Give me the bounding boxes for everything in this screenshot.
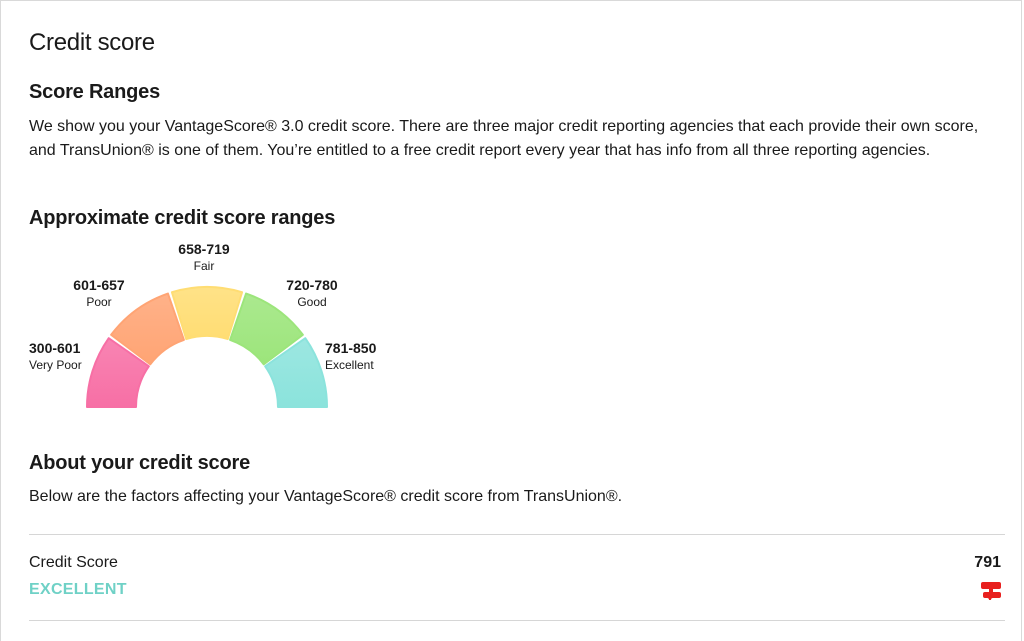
gauge-range-poor: 601-657 xyxy=(73,277,125,293)
gauge-range-good: 720-780 xyxy=(286,277,338,293)
gauge-label-excellent: 781-850 Excellent xyxy=(325,340,376,374)
credit-score-rating: EXCELLENT xyxy=(29,581,127,598)
gauge-name-excellent: Excellent xyxy=(325,358,374,372)
credit-score-page: Credit score Score Ranges We show you yo… xyxy=(0,0,1022,641)
score-ranges-description: We show you your VantageScore® 3.0 credi… xyxy=(29,118,979,159)
gauge-name-poor: Poor xyxy=(86,295,112,309)
approx-ranges-heading: Approximate credit score ranges xyxy=(29,207,336,229)
gauge-range-excellent: 781-850 xyxy=(325,340,377,356)
about-credit-score-description: Below are the factors affecting your Van… xyxy=(29,488,623,505)
gauge-range-fair: 658-719 xyxy=(178,241,230,257)
credit-score-value: 791 xyxy=(974,554,1001,571)
gauge-segment-fair xyxy=(170,286,244,341)
gauge-name-very-poor: Very Poor xyxy=(29,358,82,372)
score-ranges-heading: Score Ranges xyxy=(29,81,160,103)
credit-score-gauge: 300-601 Very Poor 601-657 Poor 658-719 F… xyxy=(29,237,409,412)
transunion-logo-icon xyxy=(981,582,1001,600)
gauge-name-fair: Fair xyxy=(193,259,215,273)
credit-score-label: Credit Score xyxy=(29,554,118,571)
gauge-range-very-poor: 300-601 xyxy=(29,340,81,356)
about-credit-score-heading: About your credit score xyxy=(29,452,250,474)
gauge-label-good: 720-780 Good xyxy=(279,277,345,311)
gauge-label-very-poor: 300-601 Very Poor xyxy=(29,340,82,374)
page-title: Credit score xyxy=(29,29,155,56)
gauge-name-good: Good xyxy=(297,295,327,309)
gauge-label-poor: 601-657 Poor xyxy=(69,277,129,311)
gauge-label-fair: 658-719 Fair xyxy=(171,241,237,275)
divider xyxy=(29,620,1005,621)
divider xyxy=(29,534,1005,535)
